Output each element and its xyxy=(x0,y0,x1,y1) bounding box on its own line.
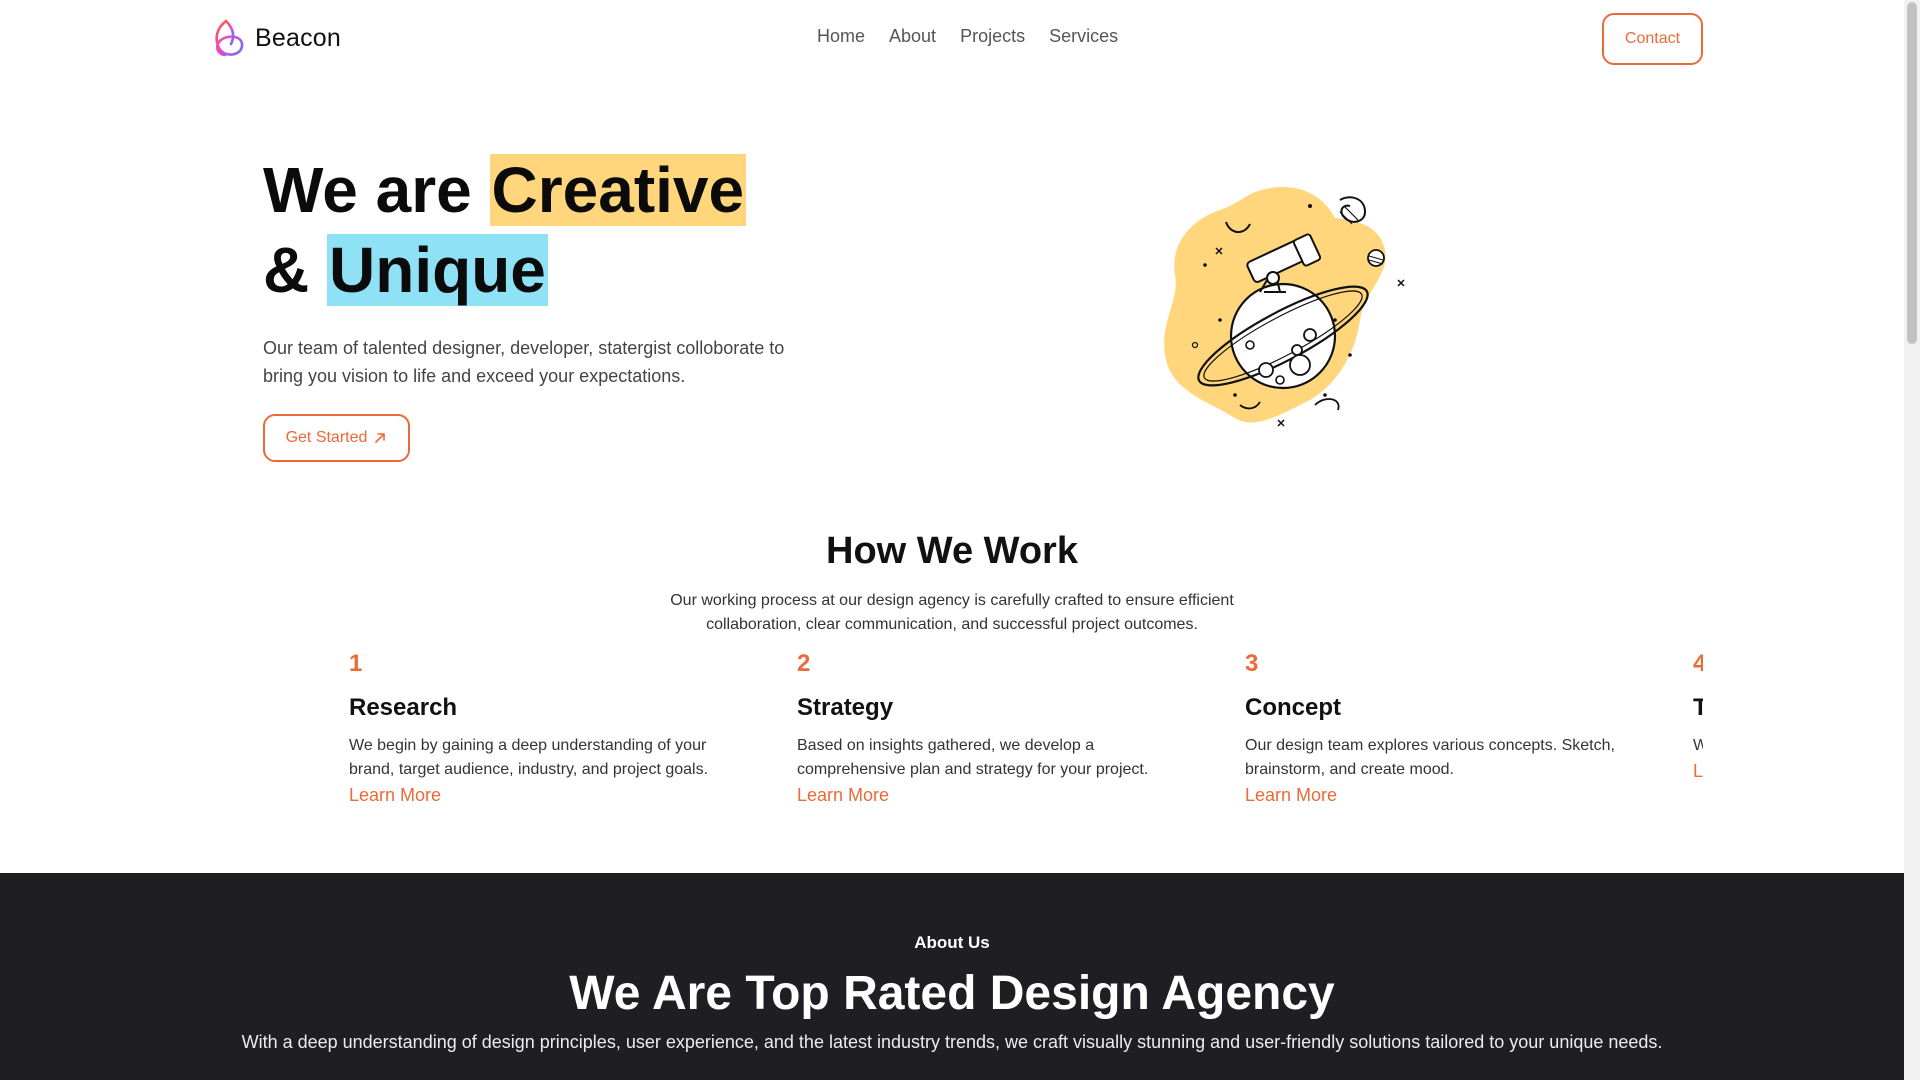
nav-projects[interactable]: Projects xyxy=(960,26,1025,47)
beacon-loop-icon xyxy=(215,19,244,57)
planet-telescope-illustration xyxy=(1164,187,1405,427)
step-card-research: 1 Research We begin by gaining a deep un… xyxy=(349,650,729,808)
process-steps: 1 Research We begin by gaining a deep un… xyxy=(349,650,1703,850)
learn-more-link[interactable]: Learn More xyxy=(797,782,1177,808)
how-we-work-description: Our working process at our design agency… xyxy=(670,592,1234,633)
about-title: We Are Top Rated Design Agency xyxy=(569,967,1335,1020)
about-section: About Us We Are Top Rated Design Agency … xyxy=(0,873,1904,1080)
learn-more-link[interactable]: Learn More xyxy=(1245,782,1625,808)
step-title: Strategy xyxy=(797,694,894,721)
page-scrollbar[interactable] xyxy=(1904,0,1920,1080)
scrollbar-thumb[interactable] xyxy=(1907,2,1917,344)
step-text: Our design team explores various concept… xyxy=(1245,737,1615,778)
how-we-work-title: How We Work xyxy=(826,530,1078,572)
step-title: T xyxy=(1693,694,1703,721)
brand-logo[interactable]: Beacon xyxy=(211,18,341,58)
hero-title-part2: & xyxy=(263,234,327,306)
hero-title-part1: We are xyxy=(263,154,490,226)
contact-button[interactable]: Contact xyxy=(1602,13,1703,65)
step-number: 3 xyxy=(1245,650,1259,677)
get-started-label: Get Started xyxy=(285,429,368,446)
brand-name: Beacon xyxy=(255,23,341,52)
step-number: 1 xyxy=(349,650,363,677)
step-card-concept: 3 Concept Our design team explores vario… xyxy=(1245,650,1625,808)
step-number: 4 xyxy=(1693,650,1703,677)
arrow-up-right-icon xyxy=(375,433,386,443)
get-started-button[interactable]: Get Started xyxy=(263,414,410,462)
site-header: Beacon Home About Projects Services Cont… xyxy=(0,0,1904,78)
learn-more-link[interactable]: L xyxy=(1693,758,1703,784)
hero-highlight-unique: Unique xyxy=(327,234,548,306)
nav-home[interactable]: Home xyxy=(817,26,865,47)
step-card-partial: 4 T W d L xyxy=(1693,650,1703,784)
nav-services[interactable]: Services xyxy=(1049,26,1118,47)
main-nav: Home About Projects Services xyxy=(817,26,1118,47)
step-title: Concept xyxy=(1245,694,1341,721)
step-text: We begin by gaining a deep understanding… xyxy=(349,737,709,778)
step-title: Research xyxy=(349,694,458,721)
hero-title: We are Creative & Unique xyxy=(263,150,747,310)
nav-about[interactable]: About xyxy=(889,26,936,47)
step-text: Based on insights gathered, we develop a… xyxy=(797,737,1149,778)
hero-highlight-creative: Creative xyxy=(489,154,747,226)
hero-description: Our team of talented designer, developer… xyxy=(263,338,785,386)
step-number: 2 xyxy=(797,650,811,677)
learn-more-link[interactable]: Learn More xyxy=(349,782,729,808)
about-description: With a deep understanding of design prin… xyxy=(241,1032,1663,1052)
step-text: W d xyxy=(1693,737,1703,754)
about-label: About Us xyxy=(914,933,990,952)
step-card-strategy: 2 Strategy Based on insights gathered, w… xyxy=(797,650,1177,808)
